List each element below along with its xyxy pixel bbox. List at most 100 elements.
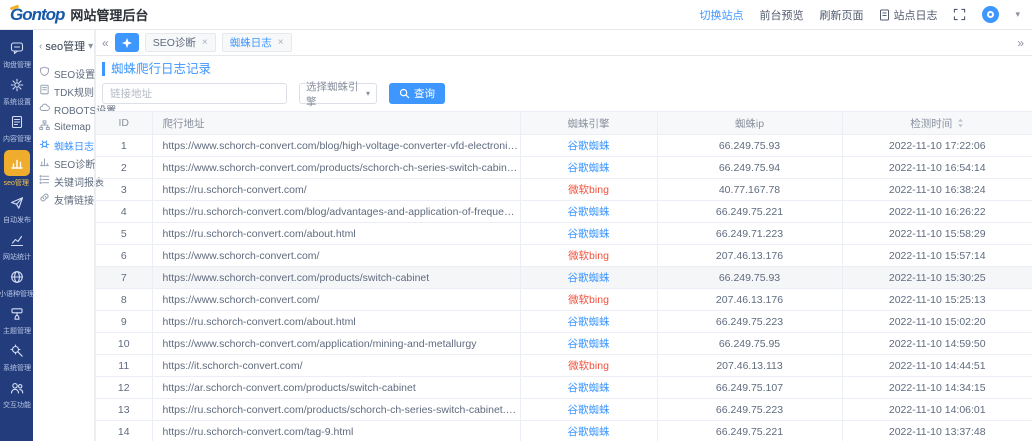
gear-icon: [5, 75, 29, 95]
submenu-item-keyword-report[interactable]: 关键词报表: [39, 172, 94, 190]
submenu-item-sitemap[interactable]: Sitemap: [39, 118, 94, 136]
submenu-header[interactable]: ‹ seo管理 ▾: [39, 38, 94, 54]
sidebar-item-system-admin[interactable]: 系统管理: [0, 339, 33, 376]
page-title: 蜘蛛爬行日志记录: [102, 62, 1032, 76]
logo: Gontop 网站管理后台: [10, 5, 148, 25]
cell-engine: 谷歌蜘蛛: [520, 157, 657, 179]
submenu-item-friend-links[interactable]: 友情链接: [39, 190, 94, 208]
cell-ip: 207.46.13.113: [657, 355, 842, 377]
spider-engine-label: 微软bing: [568, 250, 609, 262]
shield-icon: [39, 66, 50, 80]
table-row[interactable]: 5 https://ru.schorch-convert.com/about.h…: [96, 223, 1032, 245]
table-row[interactable]: 13 https://ru.schorch-convert.com/produc…: [96, 399, 1032, 421]
table-row[interactable]: 14 https://ru.schorch-convert.com/tag-9.…: [96, 421, 1032, 441]
submenu-item-robots[interactable]: ROBOTS设置: [39, 100, 94, 118]
cell-engine: 微软bing: [520, 245, 657, 267]
home-tab-button[interactable]: [115, 33, 139, 52]
user-menu-caret-icon[interactable]: ▾: [1015, 9, 1020, 20]
sidebar-item-stats[interactable]: 网站统计: [0, 228, 33, 265]
table-row[interactable]: 2 https://www.schorch-convert.com/produc…: [96, 157, 1032, 179]
cell-ip: 207.46.13.176: [657, 289, 842, 311]
spider-engine-label: 微软bing: [568, 360, 609, 372]
cell-url: https://www.schorch-convert.com/applicat…: [152, 333, 520, 355]
spider-engine-label: 微软bing: [568, 294, 609, 306]
tab-close-icon[interactable]: ×: [278, 37, 284, 48]
fullscreen-icon[interactable]: [953, 8, 966, 21]
tabs-scroll-left-icon[interactable]: «: [102, 36, 109, 50]
cell-time: 2022-11-10 15:57:14: [842, 245, 1032, 267]
seo-chart-icon: [4, 150, 30, 176]
submenu-item-tdk-rules[interactable]: TDK规则: [39, 82, 94, 100]
cell-id: 2: [96, 157, 152, 179]
cell-url: https://www.schorch-convert.com/: [152, 289, 520, 311]
table-row[interactable]: 11 https://it.schorch-convert.com/ 微软bin…: [96, 355, 1032, 377]
refresh-page-link[interactable]: 刷新页面: [819, 7, 863, 23]
front-preview-link[interactable]: 前台预览: [759, 7, 803, 23]
cell-ip: 66.249.71.223: [657, 223, 842, 245]
spider-engine-label: 谷歌蜘蛛: [568, 206, 610, 218]
user-avatar[interactable]: [982, 6, 999, 23]
site-log-label: 站点日志: [893, 7, 937, 23]
cell-time: 2022-11-10 14:44:51: [842, 355, 1032, 377]
cell-url: https://ru.schorch-convert.com/products/…: [152, 399, 520, 421]
site-log-link[interactable]: 站点日志: [879, 7, 937, 23]
spider-engine-label: 谷歌蜘蛛: [568, 426, 610, 438]
document-icon: [879, 9, 890, 21]
col-time[interactable]: 检测时间: [842, 112, 1032, 135]
table-row[interactable]: 10 https://www.schorch-convert.com/appli…: [96, 333, 1032, 355]
col-time-label: 检测时间: [910, 118, 952, 130]
search-button[interactable]: 查询: [389, 83, 445, 104]
cell-engine: 微软bing: [520, 355, 657, 377]
submenu-item-seo-diagnosis[interactable]: SEO诊断: [39, 154, 94, 172]
sidebar-item-theme[interactable]: 主题管理: [0, 302, 33, 339]
tabs-scroll-right-icon[interactable]: »: [1017, 36, 1024, 50]
filter-bar: 选择蜘蛛引擎 ▾ 查询: [102, 83, 1032, 104]
sidebar-item-inquiry[interactable]: 询盘管理: [0, 36, 33, 73]
tab-spider-log[interactable]: 蜘蛛日志 ×: [222, 33, 292, 52]
cell-engine: 谷歌蜘蛛: [520, 399, 657, 421]
table-row[interactable]: 6 https://www.schorch-convert.com/ 微软bin…: [96, 245, 1032, 267]
cloud-icon: [39, 102, 50, 116]
sidebar-item-auto-publish[interactable]: 自动发布: [0, 191, 33, 228]
sidebar-item-system-settings[interactable]: 系统设置: [0, 73, 33, 110]
sitemap-icon: [39, 120, 50, 134]
cell-engine: 微软bing: [520, 179, 657, 201]
cell-ip: 66.249.75.93: [657, 135, 842, 157]
table-row[interactable]: 8 https://www.schorch-convert.com/ 微软bin…: [96, 289, 1032, 311]
collapse-chevron-icon: ‹: [39, 41, 42, 52]
sidebar-item-content[interactable]: 内容管理: [0, 110, 33, 147]
cell-id: 14: [96, 421, 152, 441]
sort-icon[interactable]: [957, 118, 964, 131]
table-row[interactable]: 12 https://ar.schorch-convert.com/produc…: [96, 377, 1032, 399]
col-engine: 蜘蛛引擎: [520, 112, 657, 135]
cell-time: 2022-11-10 14:06:01: [842, 399, 1032, 421]
table-row[interactable]: 4 https://ru.schorch-convert.com/blog/ad…: [96, 201, 1032, 223]
system-gear-icon: [5, 341, 29, 361]
line-chart-icon: [5, 230, 29, 250]
cell-time: 2022-11-10 16:38:24: [842, 179, 1032, 201]
cell-time: 2022-11-10 15:02:20: [842, 311, 1032, 333]
tab-close-icon[interactable]: ×: [202, 37, 208, 48]
switch-site-link[interactable]: 切换站点: [699, 7, 743, 23]
table-row[interactable]: 9 https://ru.schorch-convert.com/about.h…: [96, 311, 1032, 333]
tab-seo-diagnosis[interactable]: SEO诊断 ×: [145, 33, 216, 52]
submenu-item-spider-log[interactable]: 蜘蛛日志: [39, 136, 94, 154]
spider-engine-label: 谷歌蜘蛛: [568, 382, 610, 394]
cell-id: 7: [96, 267, 152, 289]
sidebar-item-languages[interactable]: 小语种管理: [0, 265, 33, 302]
submenu-item-seo-settings[interactable]: SEO设置: [39, 64, 94, 82]
cell-time: 2022-11-10 16:26:22: [842, 201, 1032, 223]
sidebar-item-interaction[interactable]: 交互功能: [0, 376, 33, 413]
url-search-input[interactable]: [102, 83, 287, 104]
spider-engine-label: 谷歌蜘蛛: [568, 140, 610, 152]
sidebar-item-label: 网站统计: [2, 251, 30, 261]
engine-select[interactable]: 选择蜘蛛引擎 ▾: [299, 83, 377, 104]
cell-url: https://ru.schorch-convert.com/about.htm…: [152, 311, 520, 333]
sidebar-item-seo[interactable]: seo管理: [0, 147, 33, 191]
table-row[interactable]: 3 https://ru.schorch-convert.com/ 微软bing…: [96, 179, 1032, 201]
cell-time: 2022-11-10 13:37:48: [842, 421, 1032, 441]
sidebar-item-label: seo管理: [4, 177, 29, 187]
spider-engine-label: 谷歌蜘蛛: [568, 404, 610, 416]
table-row[interactable]: 1 https://www.schorch-convert.com/blog/h…: [96, 135, 1032, 157]
table-row[interactable]: 7 https://www.schorch-convert.com/produc…: [96, 267, 1032, 289]
